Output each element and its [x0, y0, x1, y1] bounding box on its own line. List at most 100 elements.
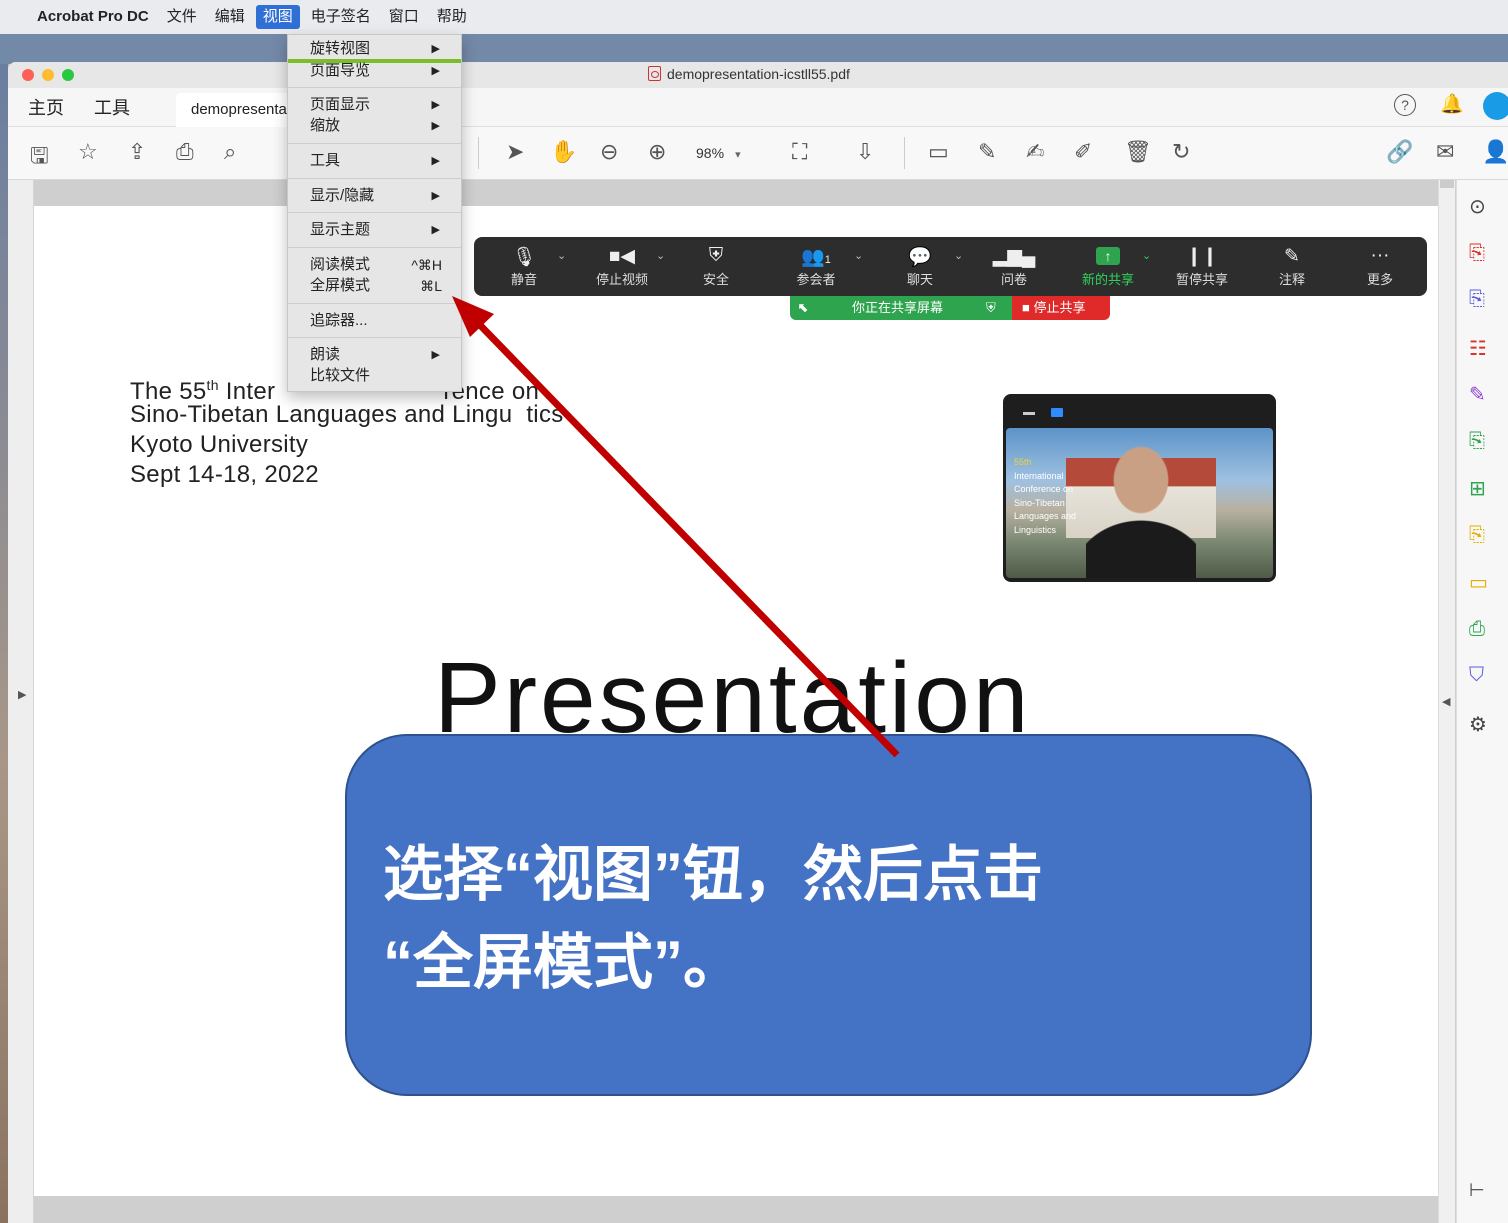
menu-item-page-navigation[interactable]: 页面导览 ▶: [310, 61, 450, 81]
polls-button[interactable]: ▂▆▄ 问卷: [974, 245, 1054, 288]
video-slide-text: 55th International Conference on Sino-Ti…: [1014, 457, 1077, 535]
mail-icon[interactable]: ✉: [1436, 139, 1454, 165]
pencil-icon: ✎: [1284, 246, 1300, 267]
camera-icon: ■◀: [608, 246, 636, 267]
pdf-page: The 55th Inter rence on Sino-Tibetan Lang…: [34, 206, 1438, 1196]
chat-button[interactable]: 💬 聊天 ⌄: [880, 245, 963, 288]
zoom-out-icon[interactable]: ⊖: [600, 139, 618, 165]
scroll-mode-icon[interactable]: ⇩: [856, 139, 874, 165]
fill-sign-icon[interactable]: ✎: [1469, 382, 1486, 407]
minimize-video-icon[interactable]: [1023, 412, 1035, 415]
video-thumbnail-window[interactable]: 55th International Conference on Sino-Ti…: [1003, 394, 1276, 582]
create-pdf-icon[interactable]: ⎘: [1469, 288, 1485, 311]
security-button[interactable]: ⛨ 安全: [676, 245, 756, 288]
menu-item-tools[interactable]: 工具 ▶: [310, 151, 450, 171]
toolbar-divider: [904, 137, 905, 169]
tools-expand-icon[interactable]: ⊙: [1469, 194, 1486, 219]
menu-item-display-theme[interactable]: 显示主题 ▶: [310, 220, 450, 240]
upload-cloud-icon[interactable]: ⇪: [128, 139, 146, 165]
main-toolbar: 🖫 ☆ ⇪ ⎙ ⌕ ➤ ✋ ⊖ ⊕ 98% ⛶ ⇩ ▭ ✎ ✍ ✐ 🗑 ↻ 🔗 …: [8, 127, 1508, 180]
page-fit-icon[interactable]: ⛶: [792, 139, 807, 165]
vertical-scrollbar[interactable]: ◀: [1438, 180, 1455, 1223]
menu-item-tracker[interactable]: 追踪器...: [310, 311, 450, 331]
link-icon[interactable]: 🔗: [1386, 139, 1413, 165]
app-name-menu[interactable]: Acrobat Pro DC: [28, 0, 158, 34]
expand-left-icon[interactable]: ▶: [18, 688, 26, 701]
select-arrow-icon[interactable]: ➤: [506, 139, 524, 165]
toolbar-divider: [478, 137, 479, 169]
menu-item-full-screen-mode[interactable]: 全屏模式 ⌘L: [310, 276, 450, 296]
menu-window[interactable]: 窗口: [380, 0, 428, 34]
chevron-down-icon[interactable]: ⌄: [1142, 249, 1151, 262]
submenu-arrow-icon: ▶: [431, 224, 440, 236]
menu-esign[interactable]: 电子签名: [302, 0, 380, 34]
print-icon[interactable]: ⎙: [176, 139, 194, 165]
minimize-window-button[interactable]: [42, 69, 54, 81]
protect-icon[interactable]: ⛉: [1469, 664, 1484, 687]
sharing-indicator[interactable]: ⬉ 你正在共享屏幕 ⛨: [790, 296, 1012, 320]
menu-view[interactable]: 视图: [255, 5, 300, 29]
comment-tool-icon[interactable]: ▭: [1469, 570, 1488, 595]
menu-item-rotate-view[interactable]: 旋转视图 ▶: [310, 39, 450, 59]
edit-pdf-icon[interactable]: ✐: [1074, 139, 1092, 165]
menu-item-zoom[interactable]: 缩放 ▶: [310, 116, 450, 136]
zoom-in-icon[interactable]: ⊕: [648, 139, 666, 165]
zoom-window-button[interactable]: [62, 69, 74, 81]
add-user-icon[interactable]: 👤: [1482, 139, 1508, 165]
avatar[interactable]: [1483, 92, 1508, 120]
menu-divider: [288, 303, 461, 304]
pause-share-button[interactable]: ❙❙ 暂停共享: [1162, 245, 1242, 288]
new-share-button[interactable]: ↑ 新的共享 ⌄: [1068, 245, 1151, 288]
tab-tools[interactable]: 工具: [94, 94, 130, 120]
menu-item-page-display[interactable]: 页面显示 ▶: [310, 95, 450, 115]
sign-icon[interactable]: ✍: [1026, 139, 1044, 165]
export-pdf-icon[interactable]: ⎘: [1469, 242, 1485, 265]
menu-item-compare-files[interactable]: 比较文件: [310, 366, 450, 386]
edit-pdf-tool-icon[interactable]: ⎘: [1469, 430, 1485, 453]
zoom-level-select[interactable]: 98%: [696, 145, 741, 161]
bell-icon[interactable]: 🔔: [1440, 92, 1464, 116]
hand-tool-icon[interactable]: ✋: [550, 139, 577, 165]
scan-icon[interactable]: ⊞: [1469, 476, 1486, 501]
chevron-down-icon[interactable]: ⌄: [656, 249, 665, 262]
tab-home[interactable]: 主页: [28, 94, 64, 120]
annotate-button[interactable]: ✎ 注释: [1252, 245, 1332, 288]
screen-share-status-bar: ⬉ 你正在共享屏幕 ⛨ ■ 停止共享: [790, 296, 1110, 320]
scrollbar-thumb[interactable]: [1440, 180, 1454, 188]
mute-button[interactable]: 🎙 静音 ⌄: [484, 245, 566, 288]
stop-share-button[interactable]: ■ 停止共享: [1012, 296, 1110, 320]
help-icon[interactable]: ?: [1394, 94, 1416, 116]
trash-icon[interactable]: 🗑: [1124, 139, 1152, 165]
save-icon[interactable]: 🖫: [30, 139, 49, 177]
print-production-icon[interactable]: ⎙: [1469, 618, 1485, 641]
star-icon[interactable]: ☆: [78, 139, 98, 165]
more-tools-icon[interactable]: ⚙: [1469, 712, 1487, 737]
organize-pages-icon[interactable]: ☷: [1469, 336, 1487, 361]
chevron-down-icon[interactable]: ⌄: [954, 249, 963, 262]
participants-button[interactable]: 👥1 参会者 ⌄: [776, 245, 863, 288]
menu-item-reading-mode[interactable]: 阅读模式 ^⌘H: [310, 255, 450, 275]
rotate-icon[interactable]: ↻: [1172, 139, 1190, 165]
apple-menu-icon[interactable]: [0, 0, 28, 34]
instruction-text: 选择“视图”钮，然后点击 “全屏模式”。: [383, 831, 1043, 1007]
menu-help[interactable]: 帮助: [428, 0, 476, 34]
stop-video-button[interactable]: ■◀ 停止视频 ⌄: [582, 245, 665, 288]
search-icon[interactable]: ⌕: [224, 139, 236, 165]
more-button[interactable]: ··· 更多: [1340, 245, 1420, 288]
conference-line-3: Kyoto University: [130, 431, 309, 458]
menu-file[interactable]: 文件: [158, 0, 206, 34]
video-view-icon[interactable]: [1051, 408, 1063, 417]
highlight-pen-icon[interactable]: ✎: [978, 139, 996, 165]
chevron-down-icon[interactable]: ⌄: [854, 249, 863, 262]
left-panel-toggle[interactable]: ▶: [8, 180, 34, 1223]
menu-edit[interactable]: 编辑: [206, 0, 254, 34]
close-window-button[interactable]: [22, 69, 34, 81]
panel-pin-icon[interactable]: ⊢: [1469, 1180, 1485, 1201]
participants-icon: 👥1: [801, 247, 831, 268]
collapse-right-panel-icon[interactable]: ◀: [1442, 695, 1450, 708]
menu-item-show-hide[interactable]: 显示/隐藏 ▶: [310, 186, 450, 206]
menu-item-read-aloud[interactable]: 朗读 ▶: [310, 345, 450, 365]
comment-icon[interactable]: ▭: [928, 139, 949, 165]
send-comments-icon[interactable]: ⎘: [1469, 524, 1485, 547]
chevron-down-icon[interactable]: ⌄: [557, 249, 566, 262]
